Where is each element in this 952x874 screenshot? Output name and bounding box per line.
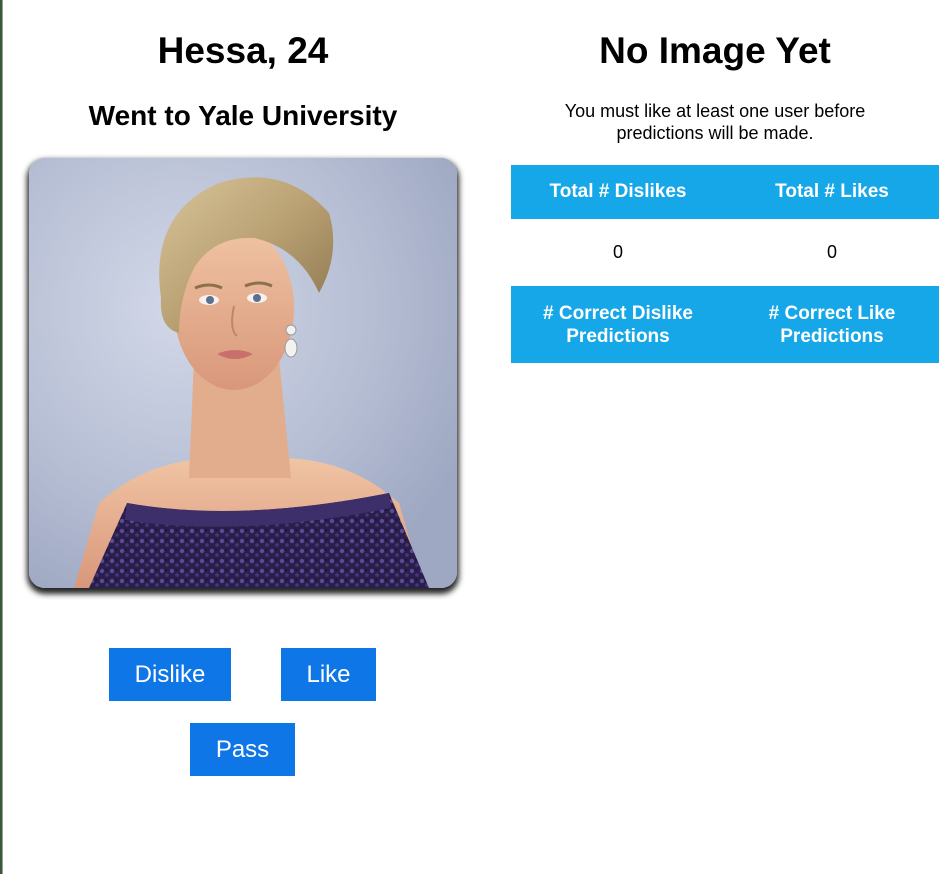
profile-name-age: Hessa, 24 bbox=[157, 30, 329, 71]
like-button[interactable]: Like bbox=[281, 648, 376, 701]
app-window: Hessa, 24 Went to Yale University Dislik… bbox=[2, 0, 952, 874]
stats-header-row: Total # Dislikes Total # Likes bbox=[511, 165, 939, 219]
prediction-title: No Image Yet bbox=[599, 30, 831, 71]
profile-photo bbox=[29, 158, 457, 588]
dislike-button[interactable]: Dislike bbox=[109, 648, 231, 701]
stats-value-row: 0 0 bbox=[511, 219, 939, 286]
total-dislikes-header: Total # Dislikes bbox=[511, 165, 725, 219]
prediction-note: You must like at least one user before p… bbox=[564, 101, 866, 143]
correct-like-header: # Correct Like Predictions bbox=[725, 286, 939, 363]
total-likes-header: Total # Likes bbox=[725, 165, 939, 219]
correct-predictions-table: # Correct Dislike Predictions # Correct … bbox=[511, 286, 939, 363]
stats-table: Total # Dislikes Total # Likes 0 0 bbox=[511, 165, 939, 286]
pass-button[interactable]: Pass bbox=[190, 723, 295, 776]
profile-photo-illustration bbox=[29, 158, 457, 588]
profile-school: Went to Yale University bbox=[88, 100, 398, 131]
total-dislikes-value: 0 bbox=[612, 242, 623, 262]
correct-dislike-header: # Correct Dislike Predictions bbox=[511, 286, 725, 363]
total-likes-value: 0 bbox=[826, 242, 837, 262]
correct-header-row: # Correct Dislike Predictions # Correct … bbox=[511, 286, 939, 363]
